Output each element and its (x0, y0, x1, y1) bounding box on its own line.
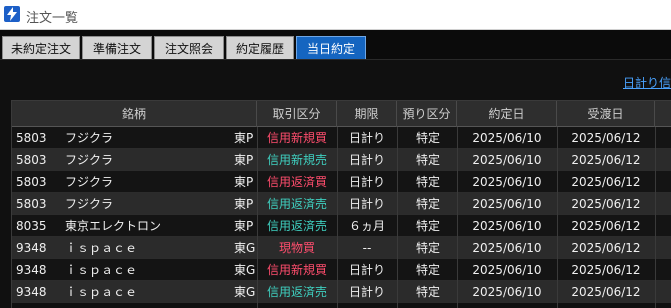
trade-type-cell: 信用新規買 (266, 263, 327, 277)
header-account-type[interactable]: 預り区分 (397, 101, 457, 127)
trade-type-cell: 信用返済売 (266, 219, 327, 233)
table-row[interactable]: 9348 ｉｓｐａｃｅ 東G 信用新規買 日計り 特定 2025/06/10 2025/06/… (12, 259, 671, 281)
window-title: 注文一覧 (26, 11, 79, 26)
settlement-date-cell: 2025/06/12 (571, 285, 641, 299)
symbol-name-cell: ｉｓｐａｃｅ (65, 263, 138, 277)
account-type-cell: 特定 (415, 153, 440, 167)
execution-date-cell: 2025/06/10 (472, 197, 542, 211)
settlement-date-cell: 2025/06/12 (571, 153, 641, 167)
account-type-cell: 特定 (415, 219, 440, 233)
tab-today-executions[interactable]: 当日約定 (296, 36, 366, 59)
symbol-name-cell: フジクラ (65, 175, 114, 189)
symbol-code-cell: 9348 (16, 263, 47, 277)
symbol-name-cell: フジクラ (65, 197, 114, 211)
column-divider (655, 127, 656, 308)
account-type-cell: 特定 (415, 263, 440, 277)
settlement-date-cell: 2025/06/12 (571, 263, 641, 277)
table-row[interactable]: 5803 フジクラ 東P 信用返済売 日計り 特定 2025/06/10 2025/06/12 (12, 193, 671, 215)
column-divider (557, 127, 558, 308)
table-row[interactable]: 9348 ｉｓｐａｃｅ 東G 現物買 -- 特定 2025/06/10 2025/06/12 (12, 237, 671, 259)
trade-type-cell: 信用返済売 (266, 197, 327, 211)
settlement-date-cell: 2025/06/12 (571, 131, 641, 145)
settlement-date-cell: 2025/06/12 (571, 197, 641, 211)
trade-type-cell: 現物買 (278, 241, 315, 255)
account-type-cell: 特定 (415, 197, 440, 211)
column-divider (337, 127, 338, 308)
table-row[interactable]: 8035 東京エレクトロン 東P 信用返済売 ６ヵ月 特定 2025/06/10 2025/0… (12, 215, 671, 237)
symbol-code-cell: 5803 (16, 197, 47, 211)
header-limit[interactable]: 期限 (337, 101, 397, 127)
trade-type-cell: 信用新規買 (266, 131, 327, 145)
table-row[interactable]: 5803 フジクラ 東P 信用新規買 日計り 特定 2025/06/10 2025/06/12 (12, 127, 671, 149)
limit-cell: 日計り (348, 175, 385, 189)
execution-date-cell: 2025/06/10 (472, 241, 542, 255)
execution-date-cell: 2025/06/10 (472, 153, 542, 167)
settlement-date-cell: 2025/06/12 (571, 241, 641, 255)
execution-date-cell: 2025/06/10 (472, 131, 542, 145)
table-row[interactable]: 5803 フジクラ 東P 信用返済買 日計り 特定 2025/06/10 2025/06/12 (12, 171, 671, 193)
account-type-cell: 特定 (415, 285, 440, 299)
table-row[interactable]: 5803 フジクラ 東P 信用新規売 日計り 特定 2025/06/10 2025/06/12 (12, 149, 671, 171)
column-divider (397, 127, 398, 308)
limit-cell: 日計り (348, 153, 385, 167)
symbol-code-cell: 5803 (16, 175, 47, 189)
tab-label: 当日約定 (306, 41, 355, 56)
tab-bar: 未約定注文 準備注文 注文照会 約定履歴 当日約定 (0, 36, 671, 59)
tab-unexecuted-orders[interactable]: 未約定注文 (2, 36, 80, 59)
settlement-date-cell: 2025/06/12 (571, 175, 641, 189)
execution-date-cell: 2025/06/10 (472, 219, 542, 233)
header-symbol[interactable]: 銘柄 (12, 101, 257, 127)
tab-label: 注文照会 (164, 41, 213, 56)
header-trade-type[interactable]: 取引区分 (257, 101, 337, 127)
limit-cell: ６ヵ月 (348, 219, 385, 233)
account-type-cell: 特定 (415, 175, 440, 189)
limit-cell: 日計り (348, 131, 385, 145)
symbol-name-cell: ｉｓｐａｃｅ (65, 285, 138, 299)
title-bar: 注文一覧 (0, 0, 671, 30)
symbol-code-cell: 9348 (16, 241, 47, 255)
trade-type-cell: 信用返済売 (266, 285, 327, 299)
trade-type-cell: 信用返済買 (266, 175, 327, 189)
symbol-code-cell: 5803 (16, 153, 47, 167)
symbol-code-cell: 8035 (16, 219, 47, 233)
execution-date-cell: 2025/06/10 (472, 175, 542, 189)
limit-cell: 日計り (348, 263, 385, 277)
symbol-code-cell: 5803 (16, 131, 47, 145)
header-settlement-date[interactable]: 受渡日 (557, 101, 655, 127)
limit-cell: -- (362, 241, 372, 255)
column-divider (457, 127, 458, 308)
tab-order-inquiry[interactable]: 注文照会 (154, 36, 224, 59)
limit-cell: 日計り (348, 285, 385, 299)
symbol-code-cell: 9348 (16, 285, 47, 299)
day-trade-link[interactable]: 日計り信 (623, 74, 671, 91)
account-type-cell: 特定 (415, 131, 440, 145)
tab-label: 準備注文 (92, 41, 141, 56)
tab-prepared-orders[interactable]: 準備注文 (82, 36, 152, 59)
symbol-name-cell: 東京エレクトロン (65, 219, 162, 233)
tab-label: 未約定注文 (10, 41, 71, 56)
table-row[interactable]: 9348 ｉｓｐａｃｅ 東G 信用返済売 日計り 特定 2025/06/10 2025/06/… (12, 281, 671, 303)
lightning-icon (4, 6, 20, 22)
trade-type-cell: 信用新規売 (266, 153, 327, 167)
symbol-name-cell: フジクラ (65, 131, 114, 145)
tab-label: 約定履歴 (235, 41, 284, 56)
limit-cell: 日計り (348, 197, 385, 211)
account-type-cell: 特定 (415, 241, 440, 255)
column-divider (257, 127, 258, 308)
executions-table: 銘柄 取引区分 期限 預り区分 約定日 受渡日 5803 フジクラ 東P 信用新規買日… (11, 100, 671, 308)
settlement-date-cell: 2025/06/12 (571, 219, 641, 233)
symbol-name-cell: ｉｓｐａｃｅ (65, 241, 138, 255)
symbol-name-cell: フジクラ (65, 153, 114, 167)
header-execution-date[interactable]: 約定日 (457, 101, 557, 127)
table-header: 銘柄 取引区分 期限 預り区分 約定日 受渡日 (12, 100, 671, 127)
tab-execution-history[interactable]: 約定履歴 (226, 36, 294, 59)
execution-date-cell: 2025/06/10 (472, 285, 542, 299)
execution-date-cell: 2025/06/10 (472, 263, 542, 277)
